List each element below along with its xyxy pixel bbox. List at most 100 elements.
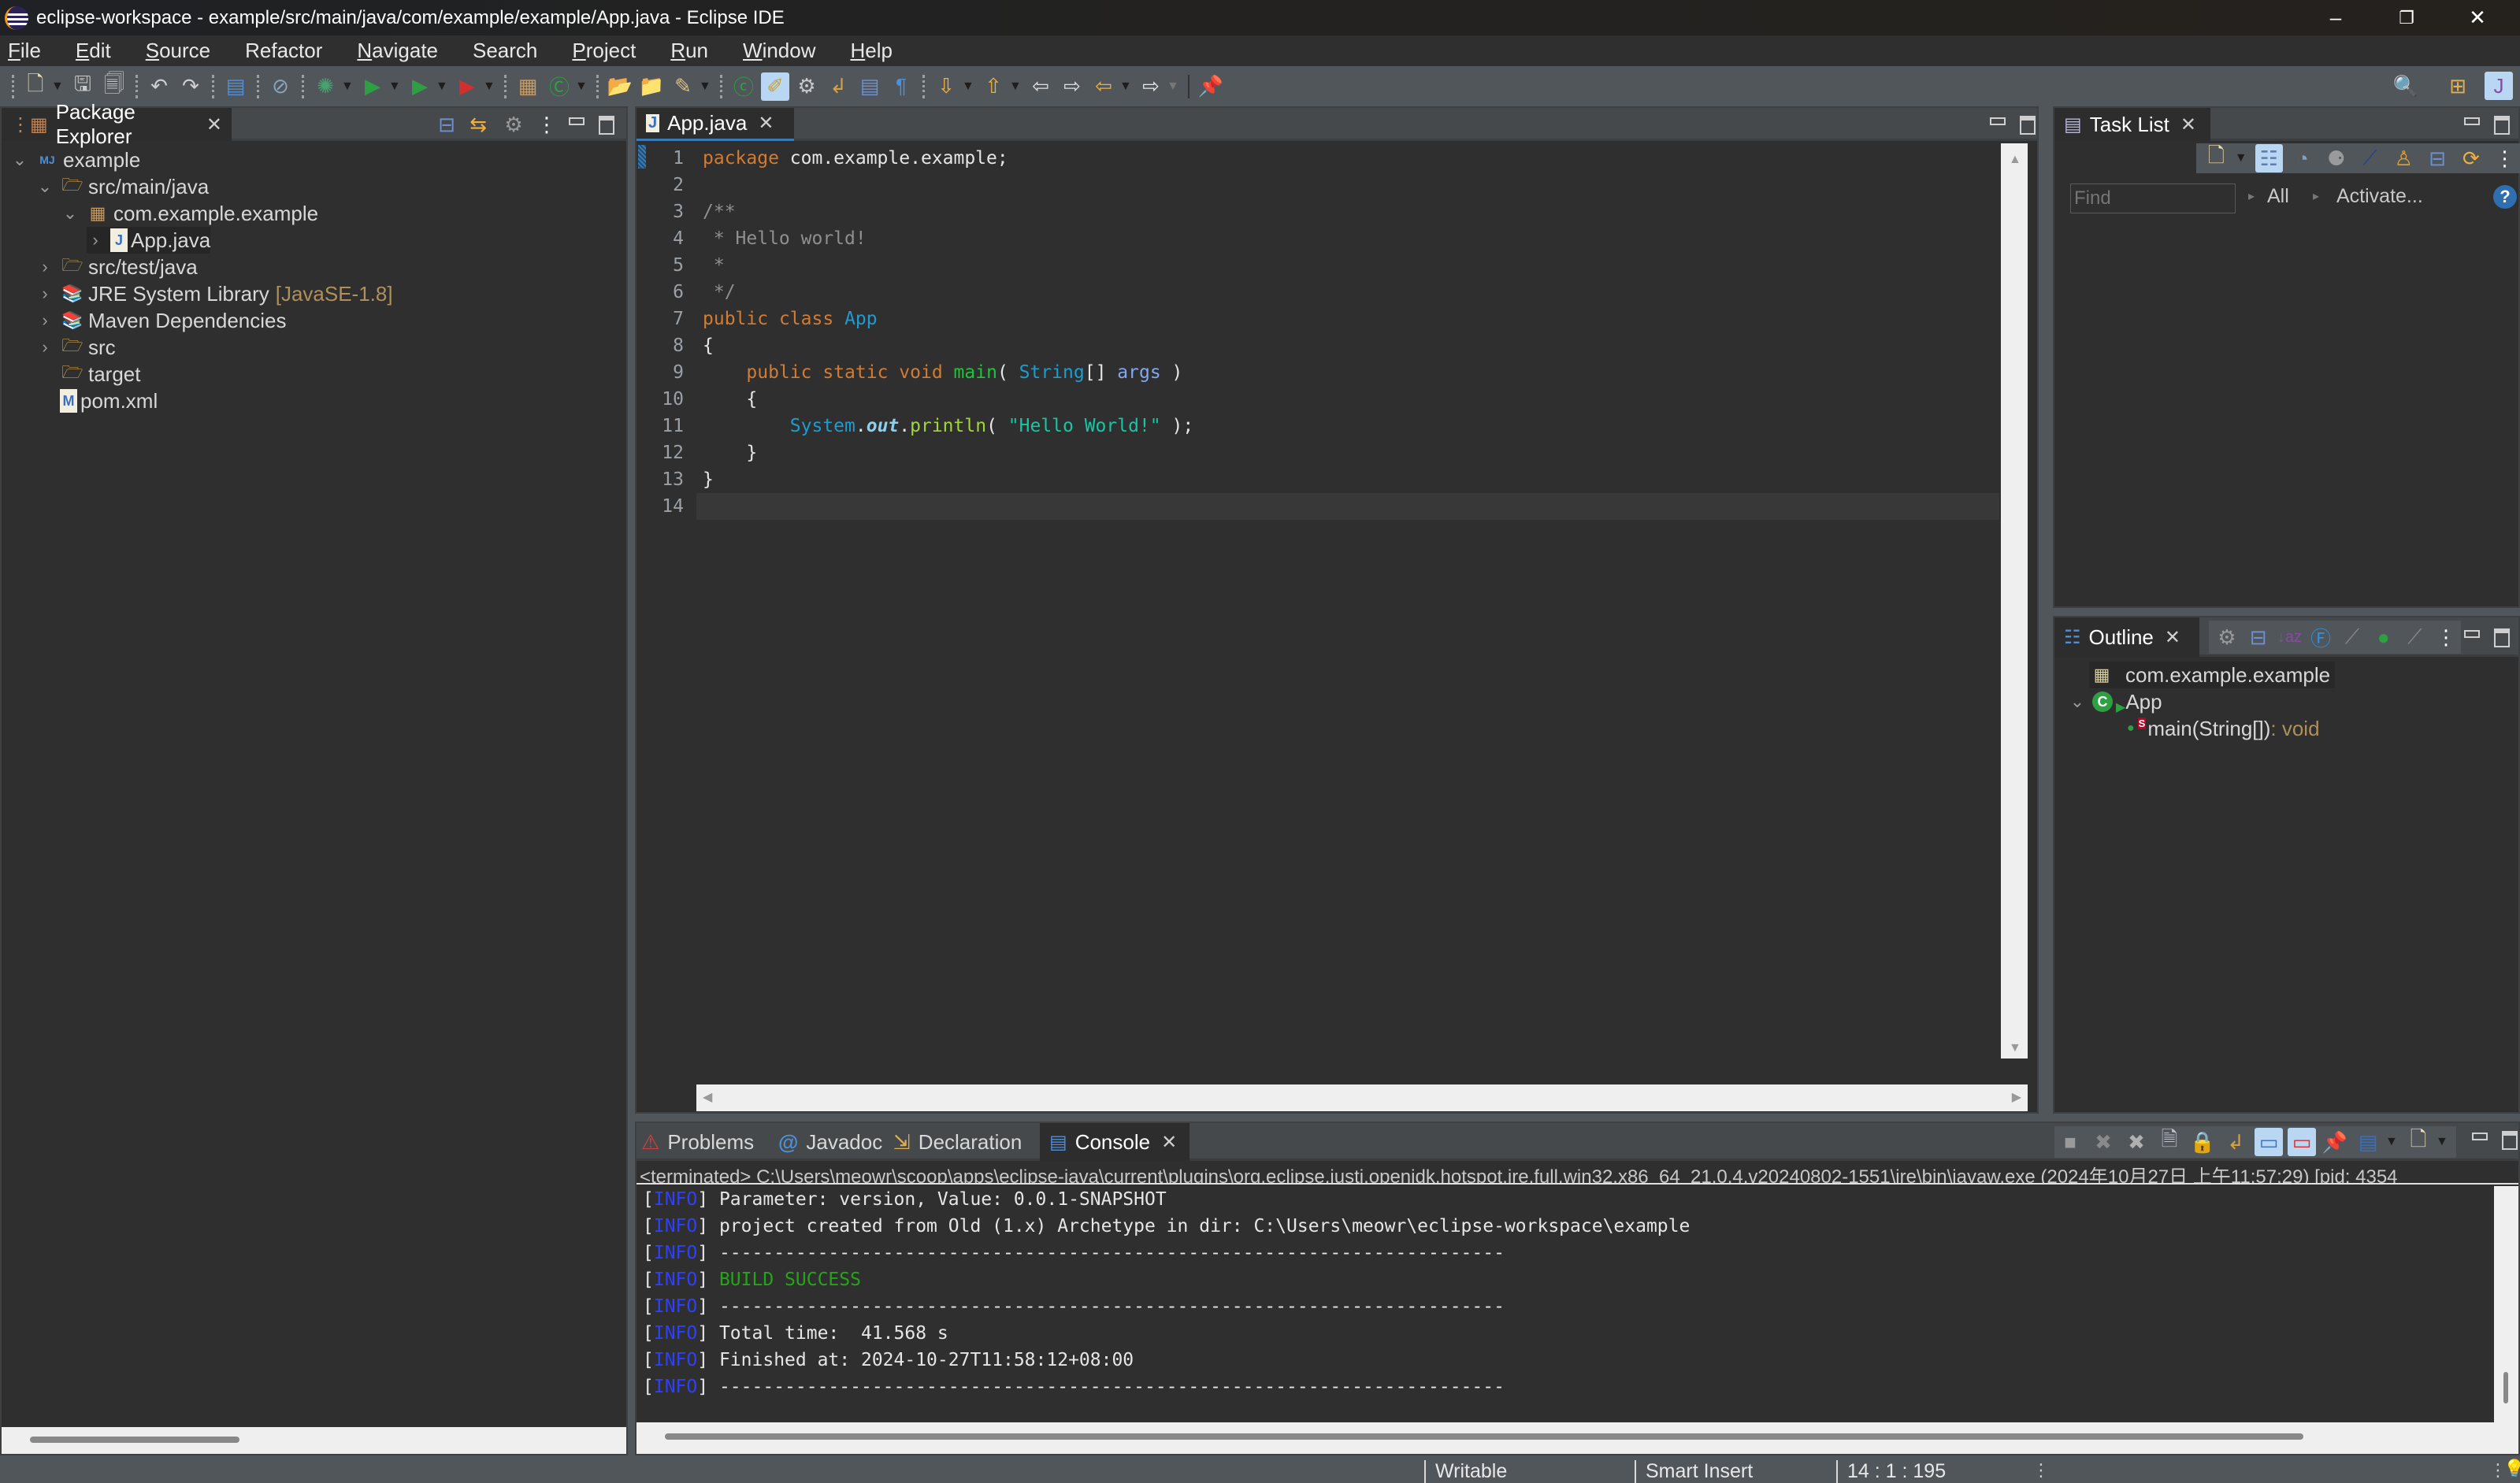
chevron-right-icon[interactable]: › xyxy=(36,310,54,331)
save-icon[interactable]: 🖫 xyxy=(69,72,97,101)
maximize-view-button[interactable] xyxy=(2494,628,2510,647)
menu-project[interactable]: Project xyxy=(572,39,636,63)
close-button[interactable]: ✕ xyxy=(2442,0,2513,35)
coverage-dropdown[interactable]: ▼ xyxy=(436,80,448,94)
new-java-class-icon[interactable]: Ⓒ xyxy=(545,72,573,101)
scrollbar-thumb[interactable] xyxy=(665,1433,2303,1440)
console-output[interactable]: [INFO] Parameter: version, Value: 0.0.1-… xyxy=(636,1186,2488,1419)
tree-item[interactable]: › 🗁 src xyxy=(36,334,115,361)
java-perspective-icon[interactable]: J xyxy=(2485,72,2513,100)
filters-icon[interactable]: ⚙ xyxy=(499,110,528,139)
close-icon[interactable]: ✕ xyxy=(2180,113,2196,136)
tab-problems[interactable]: ⚠ Problems xyxy=(641,1123,754,1161)
search-dropdown[interactable]: ▼ xyxy=(699,80,711,94)
remove-launch-icon[interactable]: ✖ xyxy=(2089,1128,2117,1156)
tree-item[interactable]: › 📚 Maven Dependencies xyxy=(36,307,286,334)
status-cursor-position[interactable]: 14 : 1 : 195 xyxy=(1836,1460,2033,1483)
task-find-input[interactable] xyxy=(2070,184,2236,213)
outline-item-package[interactable]: ▦ com.example.example xyxy=(2089,662,2336,688)
view-menu-icon[interactable]: ⋮ xyxy=(533,110,561,139)
close-icon[interactable]: ✕ xyxy=(1161,1131,1177,1154)
toggle-block-selection-icon[interactable]: ▤ xyxy=(855,72,884,101)
code-area[interactable]: 1 package com.example.example; 2 3 /** 4 * He… xyxy=(636,143,1999,1057)
remove-all-terminated-icon[interactable]: ✖ xyxy=(2122,1128,2151,1156)
tree-item[interactable]: ⌄ 🗁 src/main/java xyxy=(36,173,209,200)
outline-item-class[interactable]: ⌄ C ▶ App xyxy=(2069,688,2162,715)
new-task-icon[interactable]: 🗋 xyxy=(2203,143,2230,172)
tree-item[interactable]: ⌄ ▦ com.example.example xyxy=(61,200,318,227)
hide-non-public-icon[interactable]: ● xyxy=(2370,623,2397,651)
search-icon[interactable]: ✎ xyxy=(669,72,697,101)
tab-javadoc[interactable]: @ Javadoc xyxy=(778,1123,882,1161)
filter-all-link[interactable]: All xyxy=(2267,185,2289,208)
horizontal-scrollbar[interactable] xyxy=(636,1422,2518,1454)
toggle-mark-occurrences-icon[interactable]: ✐ xyxy=(761,72,789,101)
new-class-dropdown[interactable]: ▼ xyxy=(575,80,588,94)
chevron-down-icon[interactable]: ⌄ xyxy=(11,150,28,170)
close-icon[interactable]: ✕ xyxy=(758,112,774,135)
minimize-button[interactable]: – xyxy=(2300,0,2371,35)
minimize-view-button[interactable] xyxy=(569,117,585,125)
terminate-icon[interactable]: ■ xyxy=(2056,1128,2084,1156)
open-console-icon[interactable]: 🗋 xyxy=(2404,1127,2433,1156)
restore-button[interactable]: ❐ xyxy=(2371,0,2442,35)
redo-icon[interactable]: ↷ xyxy=(176,72,205,101)
chevron-down-icon[interactable]: ⌄ xyxy=(36,176,54,197)
chevron-down-icon[interactable]: ⌄ xyxy=(61,203,79,224)
minimize-view-button[interactable] xyxy=(2464,630,2480,638)
next-edit-location-icon[interactable]: ⇨ xyxy=(1058,72,1086,101)
run-external-tools-icon[interactable]: ▶ xyxy=(453,72,481,101)
maximize-view-button[interactable] xyxy=(2502,1131,2518,1150)
activate-task-link[interactable]: Activate... xyxy=(2336,185,2423,208)
tab-package-explorer[interactable]: ⋮▦ Package Explorer ✕ xyxy=(2,100,232,148)
view-menu-icon[interactable]: ⋮ xyxy=(2433,623,2459,651)
new-dropdown[interactable]: ▼ xyxy=(51,80,64,94)
menu-help[interactable]: Help xyxy=(851,39,893,63)
menu-run[interactable]: Run xyxy=(670,39,708,63)
horizontal-scrollbar[interactable]: ◀ ▶ xyxy=(696,1084,2028,1111)
debug-icon[interactable]: ✺ xyxy=(311,72,340,101)
previous-annotation-icon[interactable]: ⇧ xyxy=(979,72,1008,101)
coverage-icon[interactable]: ▶ xyxy=(406,72,434,101)
collapse-all-icon[interactable]: ⊟ xyxy=(2245,623,2272,651)
pin-editor-icon[interactable]: 📌 xyxy=(1197,72,1225,101)
tab-declaration[interactable]: ⇲ Declaration xyxy=(893,1123,1022,1161)
external-tools-dropdown[interactable]: ▼ xyxy=(483,80,495,94)
next-annotation-dropdown[interactable]: ▼ xyxy=(962,80,974,94)
tree-item[interactable]: › 📚 JRE System Library [JavaSE-1.8] xyxy=(36,280,392,307)
new-icon[interactable]: 🗋 xyxy=(21,72,50,101)
menu-window[interactable]: Window xyxy=(743,39,815,63)
chevron-down-icon[interactable]: ⌄ xyxy=(2069,691,2086,712)
menu-search[interactable]: Search xyxy=(473,39,537,63)
back-dropdown[interactable]: ▼ xyxy=(1119,80,1132,94)
scroll-left-icon[interactable]: ◀ xyxy=(703,1089,712,1105)
status-insert-mode[interactable]: Smart Insert xyxy=(1635,1460,1835,1483)
tab-app-java[interactable]: J App.java ✕ xyxy=(636,108,794,141)
filters-icon[interactable]: ⚙ xyxy=(2214,623,2240,651)
close-icon[interactable]: ✕ xyxy=(206,113,222,136)
tip-bulb-icon[interactable]: 💡 xyxy=(2503,1459,2520,1479)
word-wrap-icon[interactable]: ↲ xyxy=(2221,1128,2250,1156)
collapse-all-icon[interactable]: ⊟ xyxy=(2424,144,2451,172)
forward-icon[interactable]: ⇨ xyxy=(1137,72,1165,101)
save-all-icon[interactable]: 🗐 xyxy=(100,72,128,101)
last-edit-location-icon[interactable]: ⇦ xyxy=(1026,72,1055,101)
horizontal-scrollbar[interactable] xyxy=(2,1427,626,1454)
scheduled-icon[interactable]: ◔ xyxy=(2289,144,2317,172)
vertical-scrollbar[interactable]: ▲ ▼ xyxy=(2001,143,2028,1058)
open-task-icon[interactable]: 📁 xyxy=(637,72,666,101)
tree-item[interactable]: ⌄ MJ example xyxy=(11,146,141,173)
help-icon[interactable]: ? xyxy=(2493,185,2517,209)
show-on-stdout-icon[interactable]: ▭ xyxy=(2255,1128,2283,1156)
new-java-package-icon[interactable]: ▦ xyxy=(514,72,542,101)
forward-dropdown[interactable]: ▼ xyxy=(1167,80,1179,94)
menu-refactor[interactable]: Refactor xyxy=(245,39,322,63)
maximize-view-button[interactable] xyxy=(599,116,614,135)
view-menu-icon[interactable]: ⋮ xyxy=(2491,144,2518,172)
chevron-right-icon[interactable]: › xyxy=(87,230,104,250)
categorized-icon[interactable]: ☷ xyxy=(2255,144,2283,172)
show-whitespace-icon[interactable]: ¶ xyxy=(887,72,915,101)
menu-navigate[interactable]: Navigate xyxy=(357,39,438,63)
show-my-tasks-icon[interactable]: ♙ xyxy=(2390,144,2418,172)
tab-outline[interactable]: ☷ Outline ✕ xyxy=(2054,617,2199,657)
